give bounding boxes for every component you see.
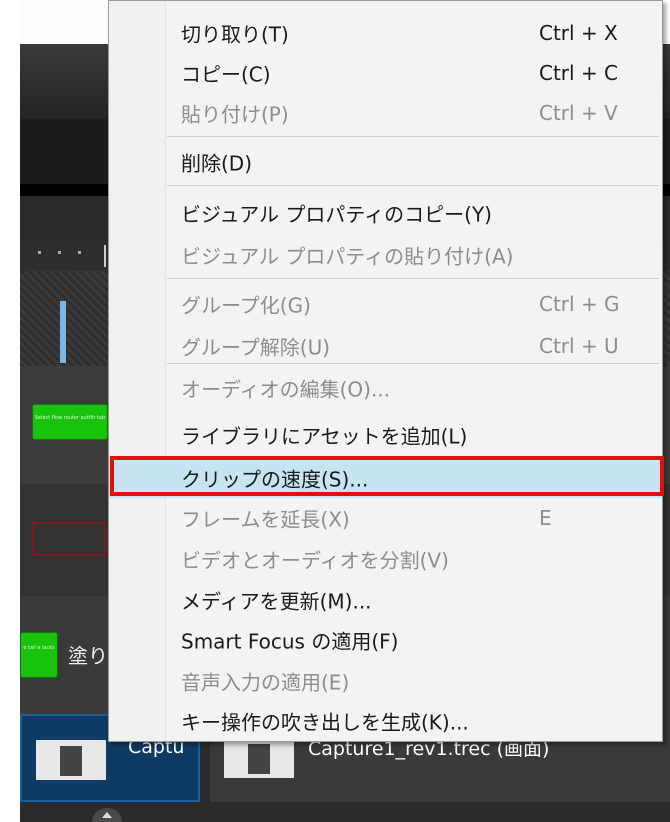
menu-item-shortcut: Ctrl + G (539, 292, 620, 316)
green-callout-clip[interactable]: Select flow router autfilr tab (32, 404, 108, 440)
menu-item-group[interactable]: グループ化(G) Ctrl + G (109, 284, 662, 324)
menu-item-delete[interactable]: 削除(D) (109, 142, 662, 182)
menu-item-paste[interactable]: 貼り付け(P) Ctrl + V (109, 93, 662, 133)
menu-separator (167, 185, 659, 186)
menu-item-label: ビジュアル プロパティの貼り付け(A) (181, 244, 514, 269)
menu-item-label: Smart Focus の適用(F) (181, 629, 399, 654)
menu-item-label: キー操作の吹き出しを生成(K)... (181, 710, 469, 735)
menu-separator (167, 136, 659, 137)
highlight-annotation-box (110, 456, 664, 496)
menu-item-shortcut: Ctrl + C (539, 61, 619, 85)
menu-item-shortcut: Ctrl + V (539, 101, 618, 125)
menu-item-copy-visual-properties[interactable]: ビジュアル プロパティのコピー(Y) (109, 193, 662, 233)
green-shape-clip[interactable]: e tail e lacks (20, 632, 58, 678)
track-fill-label: 塗り (68, 644, 108, 668)
menu-item-label: オーディオの編集(O)... (181, 377, 391, 402)
green-clip-text: Select flow router autfilr tab (34, 415, 106, 421)
menu-item-paste-visual-properties[interactable]: ビジュアル プロパティの貼り付け(A) (109, 235, 662, 275)
menu-item-extend-frame[interactable]: フレームを延長(X) E (109, 498, 662, 538)
media-track: Captu Capture1_rev1.trec (画面) (20, 714, 670, 822)
menu-item-label: 音声入力の適用(E) (181, 670, 350, 695)
menu-item-add-to-library[interactable]: ライブラリにアセットを追加(L) (109, 415, 662, 455)
menu-item-shortcut: Ctrl + X (539, 21, 618, 45)
green-clip-side-text: e tail e lacks (23, 645, 55, 651)
menu-item-label: ビデオとオーディオを分割(V) (181, 548, 449, 573)
menu-item-ungroup[interactable]: グループ解除(U) Ctrl + U (109, 326, 662, 366)
menu-item-copy[interactable]: コピー(C) Ctrl + C (109, 53, 662, 93)
playhead[interactable] (60, 301, 66, 363)
menu-item-apply-smart-focus[interactable]: Smart Focus の適用(F) (109, 620, 662, 660)
context-menu: 切り取り(T) Ctrl + X コピー(C) Ctrl + C 貼り付け(P)… (108, 0, 663, 742)
clip-thumbnail (36, 740, 106, 780)
menu-item-label: コピー(C) (181, 62, 271, 87)
menu-item-label: 貼り付け(P) (181, 102, 289, 127)
menu-item-label: グループ化(G) (181, 293, 311, 318)
menu-item-label: 切り取り(T) (181, 22, 289, 47)
clip-right-thumbnail (224, 738, 294, 778)
menu-item-label: メディアを更新(M)... (181, 589, 372, 614)
menu-item-generate-keystroke-callouts[interactable]: キー操作の吹き出しを生成(K)... (109, 701, 662, 741)
menu-item-shortcut: Ctrl + U (539, 334, 619, 358)
outline-clip[interactable] (32, 522, 106, 556)
menu-item-label: フレームを延長(X) (181, 507, 350, 532)
menu-item-label: ライブラリにアセットを追加(L) (181, 424, 468, 449)
menu-separator (167, 363, 659, 364)
menu-item-label: グループ解除(U) (181, 335, 331, 360)
menu-item-shortcut: E (539, 506, 552, 530)
menu-item-cut[interactable]: 切り取り(T) Ctrl + X (109, 13, 662, 53)
menu-item-update-media[interactable]: メディアを更新(M)... (109, 580, 662, 620)
menu-item-apply-voice-narration[interactable]: 音声入力の適用(E) (109, 661, 662, 701)
menu-item-label: ビジュアル プロパティのコピー(Y) (181, 202, 492, 227)
menu-item-edit-audio[interactable]: オーディオの編集(O)... (109, 368, 662, 408)
menu-item-separate-audio-video[interactable]: ビデオとオーディオを分割(V) (109, 539, 662, 579)
menu-item-label: 削除(D) (181, 151, 253, 176)
menu-separator (167, 278, 659, 279)
